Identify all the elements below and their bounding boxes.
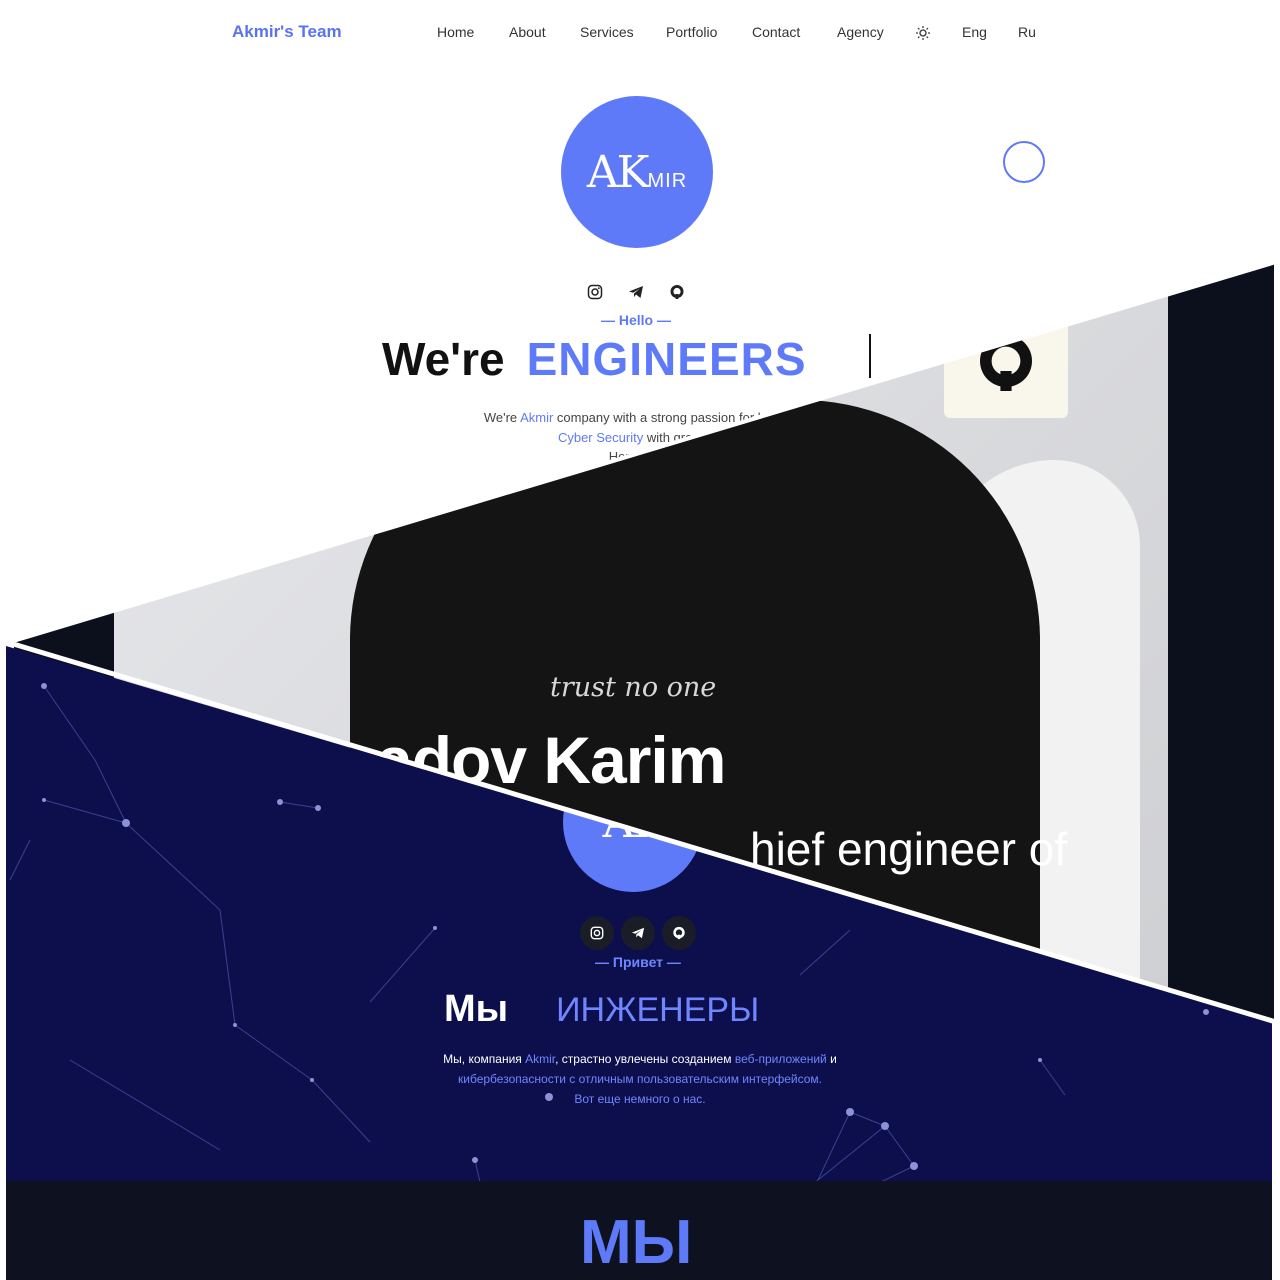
collage-separators: [9, 260, 1277, 1025]
